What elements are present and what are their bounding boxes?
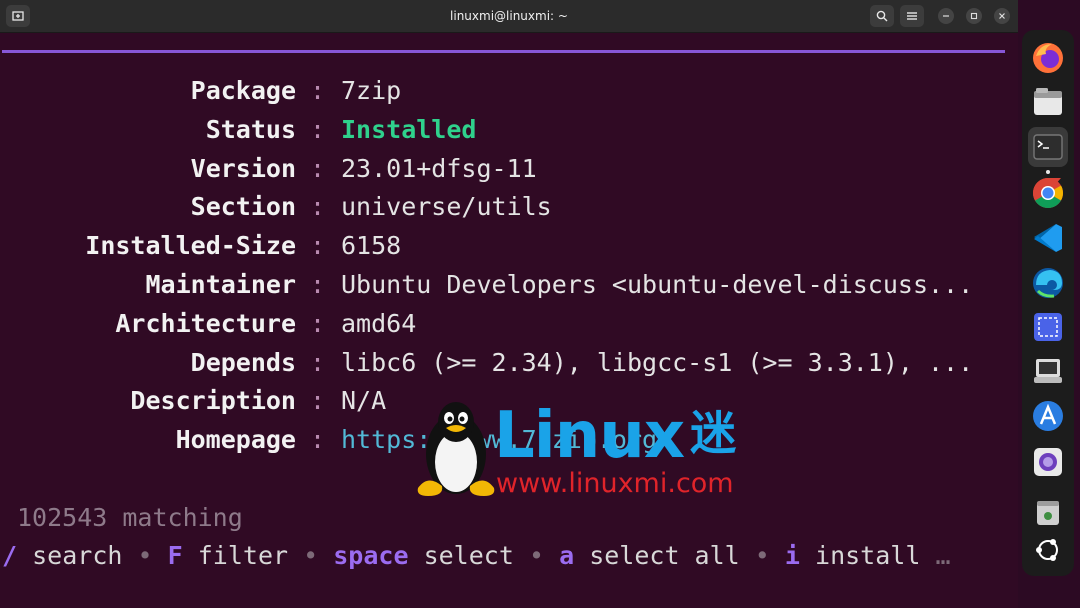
info-key: Section	[190, 192, 296, 222]
terminal-icon	[1033, 134, 1063, 160]
watermark-char: 迷	[690, 406, 736, 460]
dock-files[interactable]	[1028, 82, 1068, 122]
app-store-icon	[1033, 401, 1063, 431]
info-separator: :	[310, 153, 326, 183]
info-key: Depends	[190, 347, 296, 377]
info-key: Version	[190, 153, 296, 183]
chrome-icon	[1032, 178, 1063, 209]
window-title: linuxmi@linuxmi: ~	[450, 9, 568, 23]
dock-app-center[interactable]	[1028, 396, 1068, 436]
ubuntu-icon	[1036, 539, 1058, 561]
info-key: Architecture	[115, 308, 296, 338]
title-bar: linuxmi@linuxmi: ~	[0, 0, 1018, 33]
screenshot-icon	[1034, 313, 1062, 341]
linuxmi-watermark: Linux 迷 www.linuxmi.com	[410, 396, 780, 506]
tux-penguin-icon	[417, 402, 495, 496]
help-bullet: •	[303, 541, 319, 570]
info-key: Installed-Size	[85, 231, 296, 261]
search-icon	[876, 10, 888, 22]
help-key-select-all: a	[559, 541, 575, 570]
help-bullet: •	[528, 541, 545, 570]
firefox-icon	[1033, 43, 1063, 73]
info-value: 7zip	[341, 76, 402, 105]
maximize-icon	[970, 12, 978, 20]
help-bar: / search • F filter • space select • a s…	[2, 541, 951, 570]
info-separator: :	[310, 347, 326, 377]
info-value: Ubuntu Developers <ubuntu-devel-discuss.…	[341, 269, 974, 299]
terminal-window: linuxmi@linuxmi: ~ Package : 7zip Status…	[0, 0, 1018, 608]
info-separator: :	[310, 76, 326, 105]
help-key-search: /	[2, 541, 18, 570]
edge-icon	[1033, 268, 1063, 298]
watermark-url: www.linuxmi.com	[496, 468, 734, 499]
dock-trash[interactable]	[1028, 492, 1068, 532]
help-key-install: i	[784, 541, 800, 570]
help-bullet: •	[754, 541, 770, 570]
dock-edge[interactable]	[1028, 263, 1068, 303]
dock-software[interactable]	[1028, 351, 1068, 391]
files-icon	[1034, 88, 1062, 115]
info-value: amd64	[341, 308, 417, 338]
close-button[interactable]	[994, 8, 1010, 24]
info-key: Description	[130, 386, 296, 416]
dock-show-apps[interactable]	[1028, 530, 1068, 570]
dock-camera[interactable]	[1028, 442, 1068, 482]
info-value: 23.01+dfsg-11	[341, 153, 537, 183]
info-separator: :	[310, 386, 326, 416]
accent-divider	[2, 50, 1005, 53]
software-icon	[1034, 359, 1062, 383]
status-value: Installed	[341, 114, 477, 144]
trash-icon	[1037, 501, 1059, 525]
help-bullet: •	[137, 541, 153, 570]
info-separator: :	[310, 192, 326, 222]
dock-firefox[interactable]	[1028, 38, 1068, 78]
vscode-icon	[1034, 224, 1062, 252]
help-key-select: space	[333, 541, 409, 570]
watermark-word: Linux 迷	[494, 398, 736, 473]
help-desc-install: install	[815, 541, 921, 570]
info-value: universe/utils	[341, 192, 552, 222]
info-separator: :	[310, 308, 326, 338]
help-desc-select-all: select all	[589, 541, 740, 570]
help-desc-filter: filter	[197, 541, 289, 570]
menu-button[interactable]	[900, 5, 924, 27]
dock-terminal[interactable]	[1028, 127, 1068, 167]
info-value: 6158	[341, 231, 402, 261]
info-key: Package	[190, 76, 296, 105]
maximize-button[interactable]	[966, 8, 982, 24]
search-button[interactable]	[870, 5, 894, 27]
close-icon	[999, 13, 1005, 19]
match-count: 102543 matching	[17, 503, 243, 532]
info-value: N/A	[341, 386, 387, 416]
minimize-button[interactable]	[938, 8, 954, 24]
info-separator: :	[310, 425, 326, 455]
dock-chrome[interactable]	[1028, 173, 1068, 213]
watermark-linux: Linux	[494, 399, 685, 473]
info-key: Status	[205, 114, 296, 144]
hamburger-icon	[907, 12, 917, 20]
dock	[1022, 30, 1074, 576]
info-separator: :	[310, 269, 326, 299]
help-more: …	[935, 541, 951, 570]
help-key-filter: F	[167, 541, 183, 570]
minimize-icon	[943, 15, 949, 17]
help-desc-select: select	[423, 541, 514, 570]
info-key: Maintainer	[145, 269, 296, 299]
info-key: Homepage	[175, 425, 296, 455]
dock-vscode[interactable]	[1028, 218, 1068, 258]
info-separator: :	[310, 231, 326, 261]
dock-screenshot[interactable]	[1028, 307, 1068, 347]
help-desc-search: search	[32, 541, 123, 570]
info-separator: :	[310, 114, 326, 144]
camera-icon	[1034, 448, 1062, 476]
info-value: libc6 (>= 2.34), libgcc-s1 (>= 3.3.1), .…	[341, 347, 974, 377]
